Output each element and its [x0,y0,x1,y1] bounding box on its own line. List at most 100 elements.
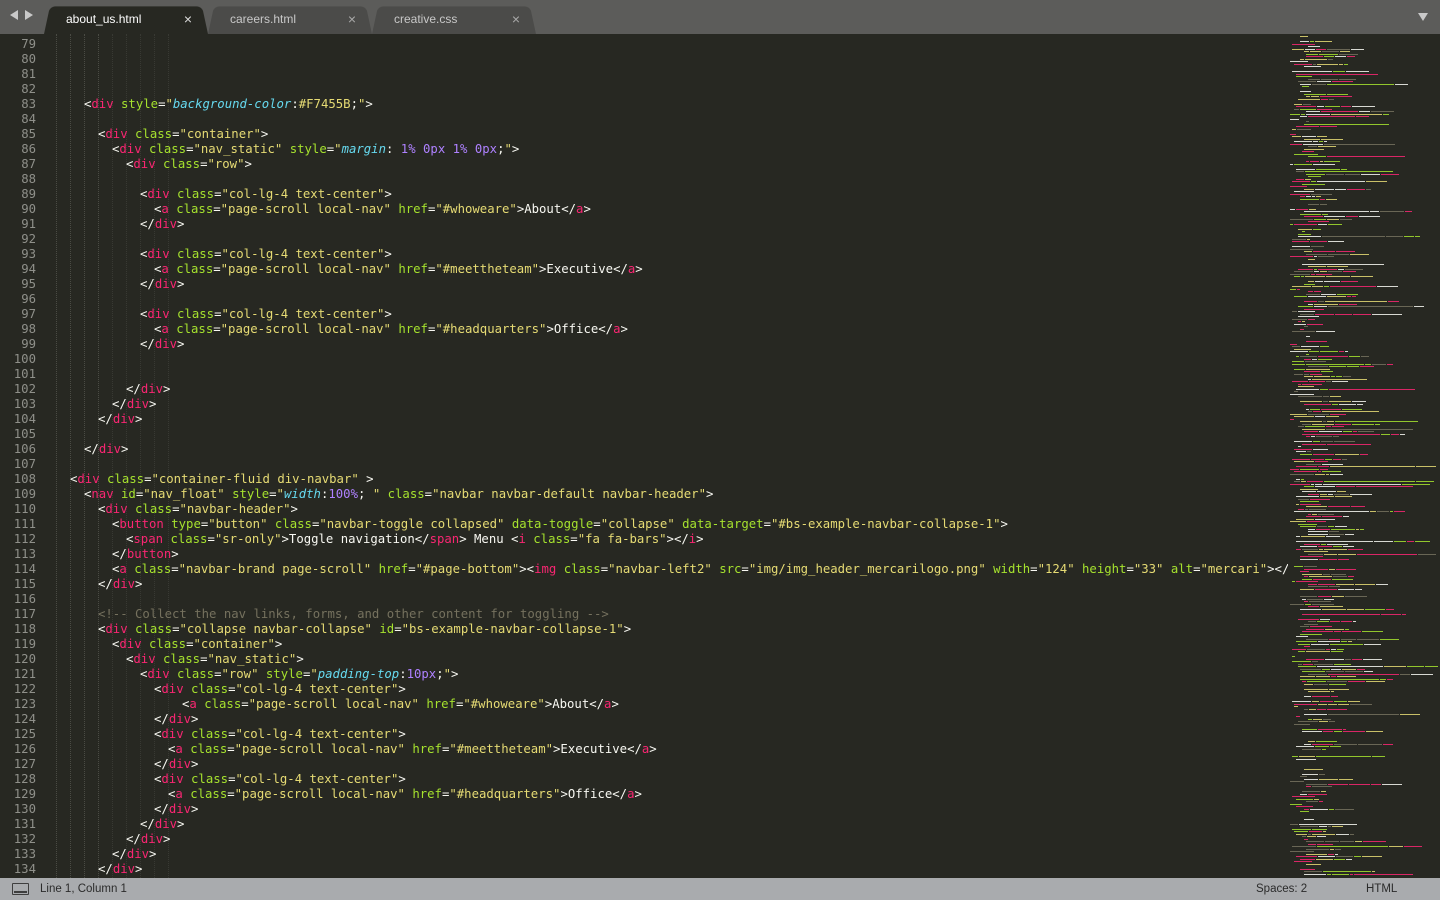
close-icon[interactable]: × [348,4,356,34]
minimap-stroke [1315,188,1334,190]
code-line[interactable]: <div class="container"> [112,637,282,652]
minimap-stroke [1311,273,1315,275]
code-line[interactable]: </div> [126,382,170,397]
code-line[interactable]: <button type="button" class="navbar-togg… [112,517,1008,532]
minimap-stroke [1304,403,1331,405]
code-line[interactable]: </div> [126,832,170,847]
code-line[interactable]: <a class="page-scroll local-nav" href="#… [154,322,628,337]
code-line[interactable]: </div> [154,802,198,817]
minimap-stroke [1300,571,1309,572]
code-line[interactable]: <div class="container"> [98,127,268,142]
code-line[interactable]: <nav id="nav_float" style="width:100%; "… [84,487,713,502]
minimap-stroke [1331,668,1341,670]
close-icon[interactable]: × [512,4,520,34]
minimap-stroke [1318,583,1335,585]
code-line[interactable]: <a class="page-scroll local-nav" href="#… [182,697,619,712]
text: > Menu < [459,532,519,546]
code-line[interactable]: <!-- Collect the nav links, forms, and o… [98,607,609,622]
minimap-stroke [1326,428,1413,430]
code-line[interactable]: </div> [98,412,142,427]
minimap-stroke [1300,596,1317,597]
minimap-stroke [1294,448,1312,450]
indentation-setting[interactable]: Spaces: 2 [1256,878,1307,900]
minimap-stroke [1313,411,1321,412]
line-number: 124 [13,712,36,726]
code-line[interactable]: </div> [154,712,198,727]
text: > [706,487,714,501]
code-line[interactable]: <a class="page-scroll local-nav" href="#… [154,262,643,277]
code-line[interactable]: <div class="nav_static"> [126,652,304,667]
code-line[interactable]: </div> [154,757,198,772]
code-line[interactable]: <div class="navbar-header"> [98,502,298,517]
minimap-stroke [1292,458,1310,460]
minimap-stroke [1304,211,1369,212]
code-line[interactable]: <div style="background-color:#F7455B;"> [84,97,373,112]
minimap-stroke [1374,541,1393,542]
code-line[interactable]: <div class="row" style="padding-top:10px… [140,667,458,682]
code-line[interactable]: </div> [112,397,156,412]
code-line[interactable]: </div> [98,862,142,877]
code-line[interactable]: <div class="col-lg-4 text-center"> [154,682,406,697]
code-line[interactable]: <div class="col-lg-4 text-center"> [140,247,392,262]
code-line[interactable]: <div class="collapse navbar-collapse" id… [98,622,631,637]
minimap-stroke [1306,408,1309,410]
minimap-stroke [1338,268,1344,270]
minimap-stroke [1290,343,1297,345]
code-line[interactable]: </div> [112,847,156,862]
nav-forward-icon[interactable] [25,10,33,20]
line-number: 113 [13,547,36,561]
code-line[interactable]: </div> [140,817,184,832]
code-line[interactable]: <div class="nav_static" style="margin: 1… [112,142,519,157]
minimap-stroke [1304,51,1309,52]
code-line[interactable]: </div> [140,337,184,352]
tab-careers-html[interactable]: careers.html × [208,4,372,34]
minimap-stroke [1329,568,1335,570]
code-line[interactable]: <span class="sr-only">Toggle navigation<… [126,532,704,547]
minimap-stroke [1333,458,1341,460]
minimap-stroke [1327,681,1347,682]
minimap-stroke [1308,366,1328,367]
minimap-stroke [1296,73,1378,75]
code-line[interactable]: <div class="col-lg-4 text-center"> [140,187,392,202]
minimap-stroke [1311,96,1319,97]
panel-toggle-icon[interactable] [12,883,29,895]
close-icon[interactable]: × [184,4,192,34]
text: > [365,97,373,111]
chevron-down-icon[interactable] [1418,13,1428,21]
minimap-stroke [1302,836,1306,837]
minimap-stroke [1300,488,1318,490]
minimap-stroke [1364,671,1373,672]
code-line[interactable]: <div class="row"> [126,157,252,172]
text [259,667,266,681]
minimap-stroke [1308,583,1317,585]
code-line[interactable]: </div> [84,442,128,457]
minimap-stroke [1300,453,1312,455]
minimap-stroke [1380,678,1386,680]
code-line[interactable]: <div class="col-lg-4 text-center"> [154,727,406,742]
code-line[interactable]: </button> [112,547,179,562]
minimap-stroke [1306,353,1309,355]
code-line[interactable]: <div class="container-fluid div-navbar" … [70,472,374,487]
nav-back-icon[interactable] [10,10,18,20]
minimap-stroke [1306,801,1318,802]
code-line[interactable]: <a class="page-scroll local-nav" href="#… [168,787,642,802]
code-line[interactable]: <div class="col-lg-4 text-center"> [154,772,406,787]
minimap-stroke [1294,566,1303,567]
code-line[interactable]: </div> [140,277,184,292]
minimap-stroke [1355,841,1362,842]
tab-creative-css[interactable]: creative.css × [372,4,536,34]
minimap-stroke [1331,691,1334,692]
line-number: 88 [21,172,36,186]
code-line[interactable]: <a class="page-scroll local-nav" href="#… [168,742,657,757]
code-line[interactable]: </div> [98,577,142,592]
code-editor[interactable]: 79 80 81 82 83 <div style="background-color:#… [0,34,1288,878]
syntax-selector[interactable]: HTML [1366,878,1397,900]
minimap-stroke [1332,873,1349,875]
tab-about-us-html[interactable]: about_us.html × [44,4,208,34]
minimap[interactable] [1288,34,1440,878]
code-line[interactable]: <a class="page-scroll local-nav" href="#… [154,202,591,217]
line-number: 129 [13,787,36,801]
code-line[interactable]: <a class="navbar-brand page-scroll" href… [112,562,1288,577]
code-line[interactable]: </div> [140,217,184,232]
code-line[interactable]: <div class="col-lg-4 text-center"> [140,307,392,322]
